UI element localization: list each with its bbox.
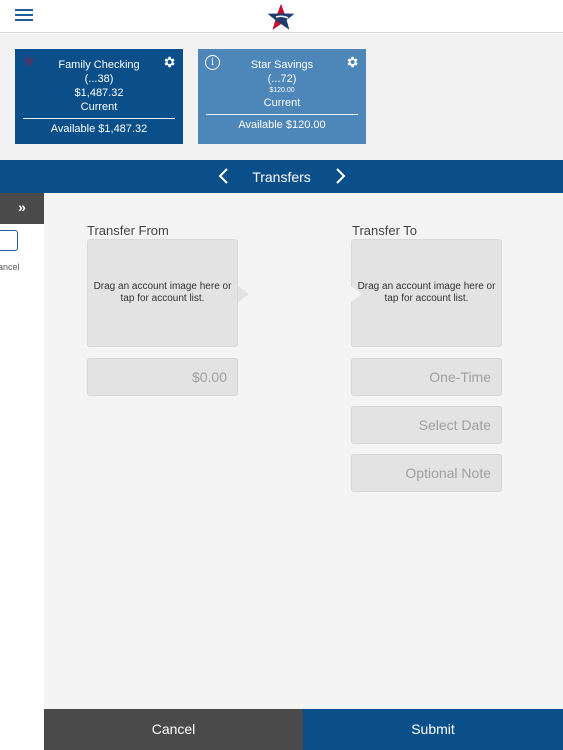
expand-panel-button[interactable]: »: [0, 193, 44, 224]
account-name: Family Checking: [58, 59, 140, 71]
gear-icon[interactable]: [162, 55, 176, 69]
card-divider: [206, 114, 358, 115]
account-number: (...72): [267, 73, 297, 85]
dropzone-text: Drag an account image here or tap for ac…: [93, 281, 232, 304]
account-name: Star Savings: [250, 59, 314, 71]
account-balance: $120.00: [269, 87, 295, 94]
account-status: Current: [263, 97, 301, 109]
cancel-button[interactable]: Cancel: [44, 709, 303, 750]
account-balance: $1,487.32: [74, 87, 124, 99]
star-logo-icon: [267, 4, 295, 30]
footer-actions: Cancel Submit: [44, 709, 563, 750]
transfer-from-label: Transfer From: [87, 223, 169, 238]
account-available: Available $120.00: [238, 119, 326, 131]
date-field[interactable]: Select Date: [351, 406, 502, 444]
hamburger-menu-icon[interactable]: [15, 9, 33, 23]
dropzone-pointer: [238, 286, 249, 302]
star-watermark-icon: [22, 54, 36, 67]
amount-field[interactable]: $0.00: [87, 358, 238, 396]
page-title: Transfers: [252, 169, 311, 185]
submit-button[interactable]: Submit: [303, 709, 563, 750]
info-icon[interactable]: i: [205, 55, 220, 70]
transfer-to-dropzone[interactable]: Drag an account image here or tap for ac…: [351, 239, 502, 347]
dropzone-text: Drag an account image here or tap for ac…: [357, 281, 496, 304]
account-number: (...38): [84, 73, 114, 85]
transfer-to-label: Transfer To: [352, 223, 418, 238]
side-panel: » ancel: [0, 193, 44, 750]
chevron-right-icon[interactable]: [331, 167, 349, 185]
side-panel-input[interactable]: [0, 230, 18, 251]
account-status: Current: [80, 101, 118, 113]
gear-icon[interactable]: [345, 55, 359, 69]
transfers-nav-bar: Transfers: [0, 160, 563, 193]
dropzone-pointer: [351, 286, 362, 302]
frequency-field[interactable]: One-Time: [351, 358, 502, 396]
account-card-star-savings[interactable]: i Star Savings (...72) $120.00 Current A…: [198, 49, 366, 144]
accounts-strip: Family Checking (...38) $1,487.32 Curren…: [0, 34, 563, 160]
side-panel-cancel-link[interactable]: ancel: [0, 262, 28, 272]
card-divider: [23, 118, 175, 119]
note-field[interactable]: Optional Note: [351, 454, 502, 492]
account-card-family-checking[interactable]: Family Checking (...38) $1,487.32 Curren…: [15, 49, 183, 144]
account-available: Available $1,487.32: [50, 123, 148, 135]
top-bar: [0, 0, 563, 33]
transfer-form: Transfer From Transfer To Drag an accoun…: [44, 193, 563, 709]
transfer-from-dropzone[interactable]: Drag an account image here or tap for ac…: [87, 239, 238, 347]
